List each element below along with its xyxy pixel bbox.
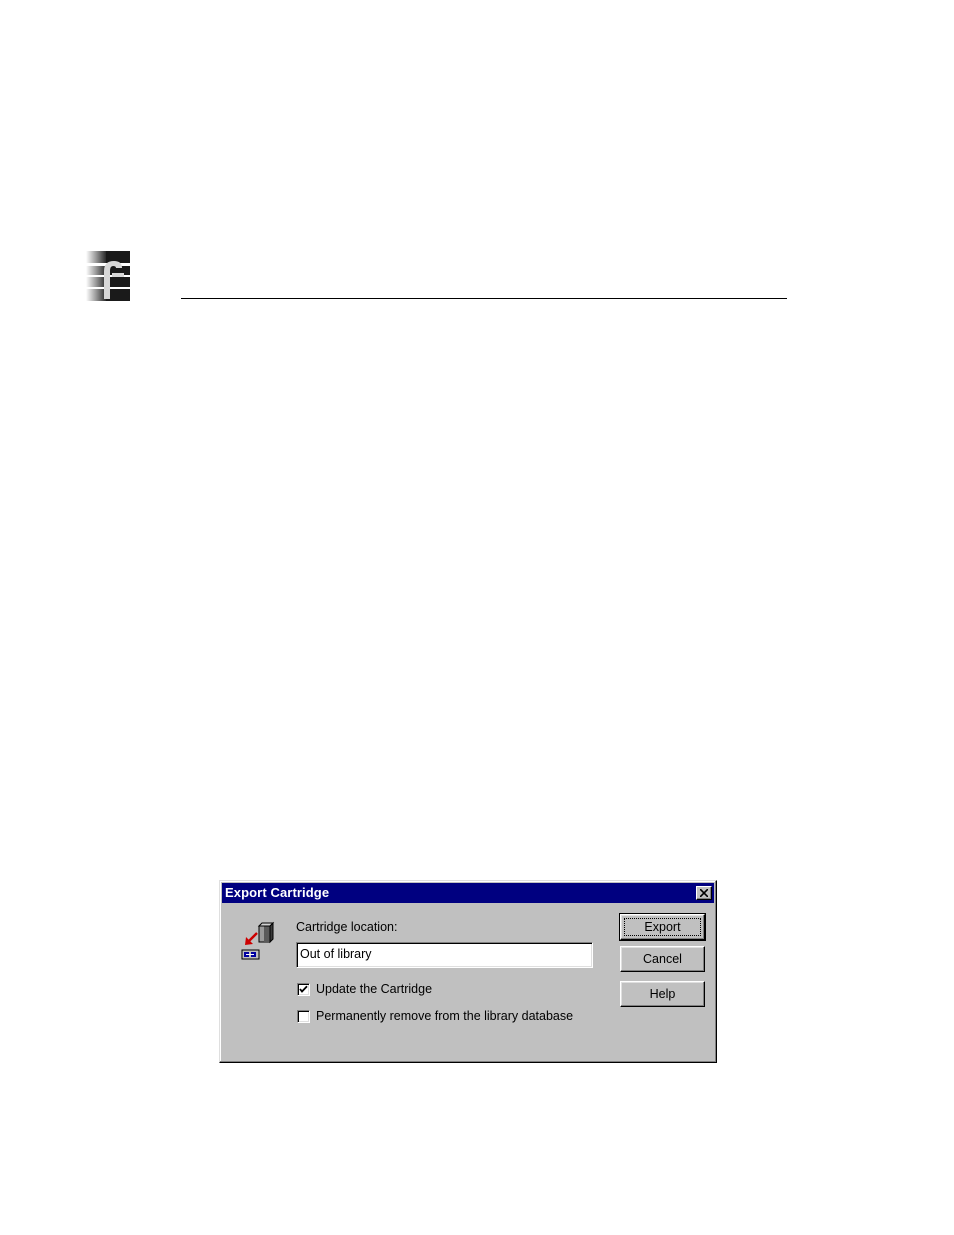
cartridge-location-field[interactable]: Out of library xyxy=(296,942,593,968)
update-cartridge-checkbox[interactable] xyxy=(297,983,310,996)
close-button[interactable] xyxy=(696,886,712,900)
dialog-title: Export Cartridge xyxy=(225,885,330,900)
dialog-titlebar[interactable]: Export Cartridge xyxy=(222,883,714,903)
export-cartridge-dialog: Export Cartridge Cartridge location: Out… xyxy=(219,880,717,1063)
checkmark-icon xyxy=(299,985,308,993)
remove-from-database-label[interactable]: Permanently remove from the library data… xyxy=(316,1009,573,1024)
cancel-button[interactable]: Cancel xyxy=(620,946,705,972)
help-button-label: Help xyxy=(649,987,676,1001)
close-icon xyxy=(700,889,708,897)
export-button-label: Export xyxy=(644,920,681,934)
header-rule xyxy=(181,298,787,299)
remove-from-database-checkbox[interactable] xyxy=(297,1010,310,1023)
update-cartridge-label[interactable]: Update the Cartridge xyxy=(316,982,432,997)
help-button[interactable]: Help xyxy=(620,981,705,1007)
brand-logo-icon xyxy=(86,251,130,301)
export-cartridge-icon xyxy=(240,921,276,961)
cancel-button-label: Cancel xyxy=(643,952,682,966)
cartridge-location-label: Cartridge location: xyxy=(296,920,398,934)
export-button[interactable]: Export xyxy=(619,913,706,941)
